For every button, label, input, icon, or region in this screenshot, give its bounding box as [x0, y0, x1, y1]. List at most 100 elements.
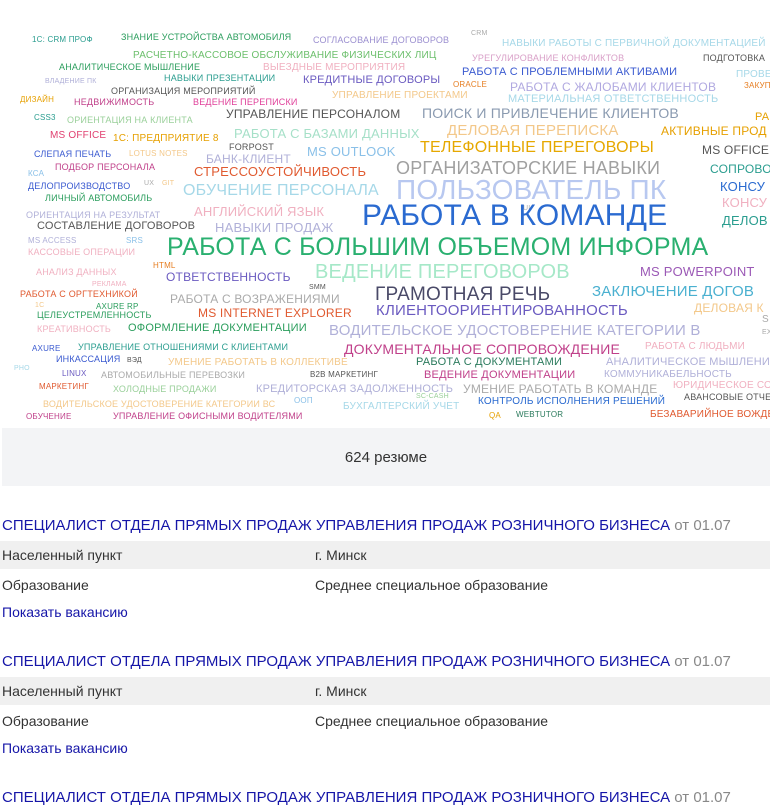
skill-word: ВЛАДЕНИЕ ПК: [45, 78, 97, 85]
skill-word: LOTUS NOTES: [129, 149, 188, 158]
skill-word: КОНСУ: [720, 179, 766, 194]
skill-word: SMM: [309, 284, 326, 291]
vacancy-location-row: Населенный пункт г. Минск: [0, 677, 770, 705]
skill-word: АНАЛИЗ ДАННЫХ: [36, 267, 117, 277]
skill-word: GIT: [162, 180, 175, 187]
education-label: Образование: [2, 713, 89, 729]
skill-word: ХОЛОДНЫЕ ПРОДАЖИ: [113, 384, 217, 394]
skill-word: АВАНСОВЫЕ ОТЧЕ: [684, 392, 770, 402]
skill-word: РЕКЛАМА: [92, 281, 127, 288]
skill-word: ЗАКЛЮЧЕНИЕ ДОГОВ: [592, 283, 755, 300]
skill-word: MS OFFICE: [50, 130, 107, 141]
location-label: Населенный пункт: [2, 683, 123, 699]
skill-word: ВОДИТЕЛЬСКОЕ УДОСТОВЕРЕНИЕ КАТЕГОРИИ ВС: [43, 399, 276, 409]
skill-word: АНАЛИТИЧЕСКОЕ МЫШЛЕНИЕ: [606, 356, 770, 368]
skill-word: LINUX: [62, 369, 87, 378]
skill-word: UX: [144, 180, 155, 187]
skill-word: СОСТАВЛЕНИЕ ДОГОВОРОВ: [37, 220, 196, 232]
skill-word: PA: [755, 111, 770, 123]
skill-word: АНАЛИТИЧЕСКОЕ МЫШЛЕНИЕ: [59, 62, 201, 72]
skill-word: ВЕДЕНИЕ ПЕРЕГОВОРОВ: [315, 261, 570, 283]
skill-word: ДЕЛОВАЯ ПЕРЕПИСКА: [447, 122, 619, 139]
vacancy-title-line: СПЕЦИАЛИСТ ОТДЕЛА ПРЯМЫХ ПРОДАЖ УПРАВЛЕН…: [2, 517, 731, 534]
skill-word: РАБОТА С ВОЗРАЖЕНИЯМИ: [170, 292, 340, 306]
vacancy-education-row: Образование Среднее специальное образова…: [0, 707, 770, 735]
skill-word: HTML: [153, 261, 176, 270]
skill-word: ОБУЧЕНИЕ: [26, 412, 72, 421]
vacancy-location-row: Населенный пункт г. Минск: [0, 541, 770, 569]
skill-word: РАБОТА С ДОКУМЕНТАМИ: [416, 356, 563, 368]
skill-word: ОБУЧЕНИЕ ПЕРСОНАЛА: [183, 182, 379, 199]
skill-word: FORPOST: [229, 142, 274, 152]
skill-word: ПОДГОТОВКА: [703, 53, 766, 63]
skill-word: MS OFFICE: [702, 143, 770, 157]
skill-word: ВЭД: [127, 357, 142, 364]
skill-word: EXCEL: [762, 329, 770, 336]
skill-word: РАБОТА С БОЛЬШИМ ОБЪЕМОМ ИНФОРМА: [167, 233, 709, 261]
vacancy-education-row: Образование Среднее специальное образова…: [0, 571, 770, 599]
skill-word: ПОДБОР ПЕРСОНАЛА: [55, 162, 156, 172]
skill-word: ЦЕЛЕУСТРЕМЛЕННОСТЬ: [37, 310, 152, 320]
skill-word: КОММУНИКАБЕЛЬНОСТЬ: [604, 369, 732, 380]
skill-word: CSS3: [34, 113, 56, 122]
skill-word: ORACLE: [453, 80, 488, 89]
skill-word: MS INTERNET EXPLORER: [198, 306, 352, 320]
skill-word: АКТИВНЫЕ ПРОД: [661, 124, 767, 138]
show-vacancy-link[interactable]: Показать вакансию: [2, 604, 128, 620]
skill-word: УРЕГУЛИРОВАНИЕ КОНФЛИКТОВ: [472, 53, 625, 63]
skill-word: РАБОТА С ЛЮДЬМИ: [645, 341, 745, 352]
skill-word: УПРАВЛЕНИЕ ПРОЕКТАМИ: [332, 90, 468, 101]
skill-word: ОРИЕНТАЦИЯ НА КЛИЕНТА: [67, 115, 193, 125]
skill-word: ПОИСК И ПРИВЛЕЧЕНИЕ КЛИЕНТОВ: [422, 105, 679, 121]
skill-word: ОРГАНИЗАЦИЯ МЕРОПРИЯТИЙ: [111, 86, 256, 96]
location-value: г. Минск: [315, 683, 367, 699]
skill-word: БЕЗАВАРИЙНОЕ ВОЖДЕН: [650, 409, 770, 420]
skills-word-cloud: 1С: CRM ПРОФ ЗНАНИЕ УСТРОЙСТВА АВТОМОБИЛЯ…: [0, 0, 770, 428]
skill-word: СОПРОВО: [710, 162, 770, 176]
vacancy-title-link[interactable]: СПЕЦИАЛИСТ ОТДЕЛА ПРЯМЫХ ПРОДАЖ УПРАВЛЕН…: [2, 653, 670, 670]
skill-word: НАВЫКИ РАБОТЫ С ПЕРВИЧНОЙ ДОКУМЕНТАЦИЕЙ: [502, 38, 766, 49]
skill-word: МАРКЕТИНГ: [39, 382, 89, 391]
resume-count-bar: 624 резюме: [2, 428, 770, 486]
skill-word: ТЕЛЕФОННЫЕ ПЕРЕГОВОРЫ: [420, 139, 654, 156]
skill-word: PHO: [14, 365, 30, 372]
skill-word: ДОКУМЕНТАЛЬНОЕ СОПРОВОЖДЕНИЕ: [344, 341, 621, 357]
skill-word: ЮРИДИЧЕСКОЕ СО: [673, 380, 770, 391]
skill-word: УМЕНИЕ РАБОТАТЬ В КОМАНДЕ: [463, 382, 658, 396]
skill-word: MS OUTLOOK: [307, 144, 396, 159]
show-vacancy-link[interactable]: Показать вакансию: [2, 740, 128, 756]
skill-word: ИНКАССАЦИЯ: [56, 354, 121, 364]
location-value: г. Минск: [315, 547, 367, 563]
skill-word: 1С: [35, 302, 45, 309]
skill-word: ПРОВЕ: [736, 69, 770, 80]
education-label: Образование: [2, 577, 89, 593]
vacancy-date: от 01.07: [674, 653, 731, 670]
skill-word: РАБОТА В КОМАНДЕ: [362, 199, 668, 232]
skill-word: НАВЫКИ ПРЕЗЕНТАЦИИ: [164, 73, 276, 83]
vacancy-title-link[interactable]: СПЕЦИАЛИСТ ОТДЕЛА ПРЯМЫХ ПРОДАЖ УПРАВЛЕН…: [2, 789, 670, 806]
skill-word: MS POWERPOINT: [640, 264, 755, 279]
skill-word: ДИЗАЙН: [20, 95, 55, 104]
skill-word: БУХГАЛТЕРСКИЙ УЧЕТ: [343, 401, 460, 412]
skill-word: ДЕЛОВАЯ К: [694, 301, 764, 315]
skill-word: РАСЧЕТНО-КАССОВОЕ ОБСЛУЖИВАНИЕ ФИЗИЧЕСКИ…: [133, 50, 437, 61]
skill-word: КРЕАТИВНОСТЬ: [37, 324, 112, 334]
skill-word: РАБОТА С ОРГТЕХНИКОЙ: [20, 289, 138, 299]
skill-word: ДЕЛОВ: [722, 213, 768, 228]
skill-word: АВТОМОБИЛЬНЫЕ ПЕРЕВОЗКИ: [101, 370, 246, 380]
skill-word: КОНТРОЛЬ ИСПОЛНЕНИЯ РЕШЕНИЙ: [478, 396, 666, 407]
skill-word: УПРАВЛЕНИЕ ОТНОШЕНИЯМИ С КЛИЕНТАМИ: [78, 342, 289, 352]
skill-word: КАССОВЫЕ ОПЕРАЦИИ: [28, 247, 136, 257]
resume-count: 624 резюме: [344, 449, 428, 466]
skill-word: B2B МАРКЕТИНГ: [310, 370, 379, 379]
vacancy-title-link[interactable]: СПЕЦИАЛИСТ ОТДЕЛА ПРЯМЫХ ПРОДАЖ УПРАВЛЕН…: [2, 517, 670, 534]
vacancy-title-line: СПЕЦИАЛИСТ ОТДЕЛА ПРЯМЫХ ПРОДАЖ УПРАВЛЕН…: [2, 653, 731, 670]
skill-word: WEBTUTOR: [516, 410, 564, 419]
skill-word: ВЕДЕНИЕ ПЕРЕПИСКИ: [193, 97, 298, 107]
skill-word: КСА: [28, 169, 45, 178]
skill-word: CRM: [471, 30, 488, 37]
skill-word: АНГЛИЙСКИЙ ЯЗЫК: [194, 204, 325, 219]
skill-word: УПРАВЛЕНИЕ ОФИСНЫМИ ВОДИТЕЛЯМИ: [113, 411, 303, 421]
education-value: Среднее специальное образование: [315, 577, 549, 593]
vacancy-date: от 01.07: [674, 789, 731, 806]
